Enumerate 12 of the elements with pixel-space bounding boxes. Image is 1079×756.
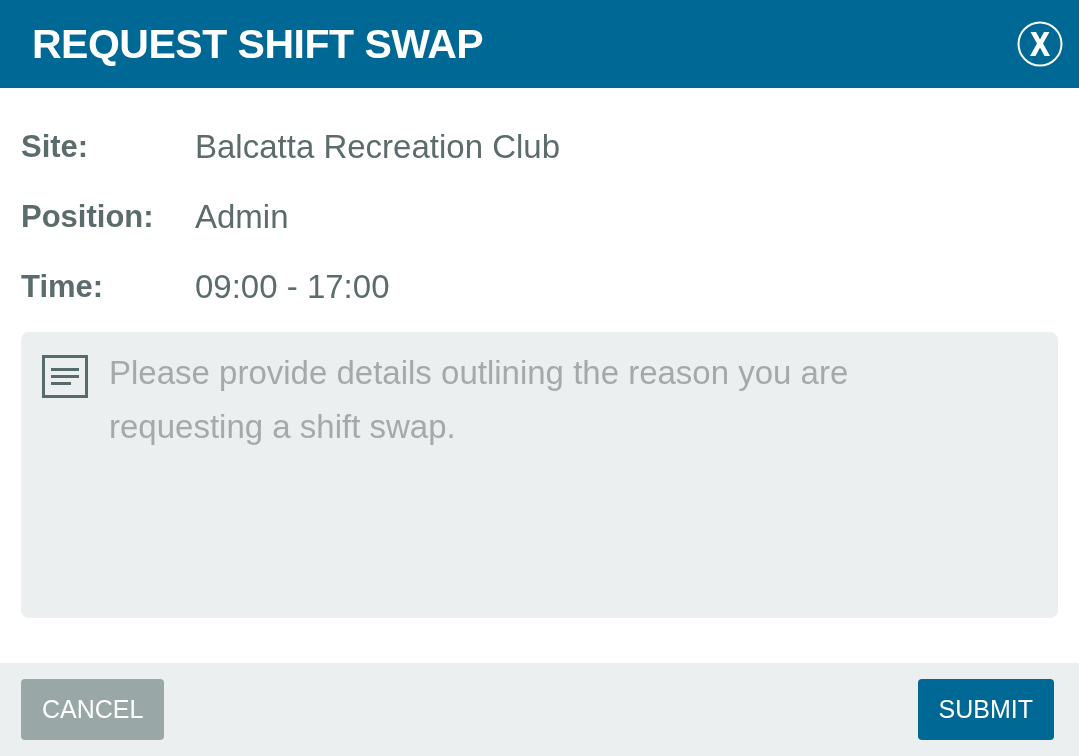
close-button[interactable] — [1017, 21, 1063, 67]
field-label: Time: — [21, 269, 105, 305]
details-field[interactable]: Please provide details outlining the reason you are requesting a shift swap. — [21, 332, 1058, 618]
field-value: Balcatta Recreation Club — [195, 128, 561, 166]
submit-button[interactable]: SUBMIT — [917, 679, 1054, 740]
field-label: Site: — [21, 129, 90, 165]
note-icon — [42, 355, 88, 398]
close-icon — [1017, 21, 1063, 67]
dialog-title: REQUEST SHIFT SWAP — [32, 20, 484, 68]
field-label: Position: — [21, 199, 155, 235]
field-value: Admin — [195, 198, 289, 236]
field-value: 09:00 - 17:00 — [195, 268, 390, 306]
